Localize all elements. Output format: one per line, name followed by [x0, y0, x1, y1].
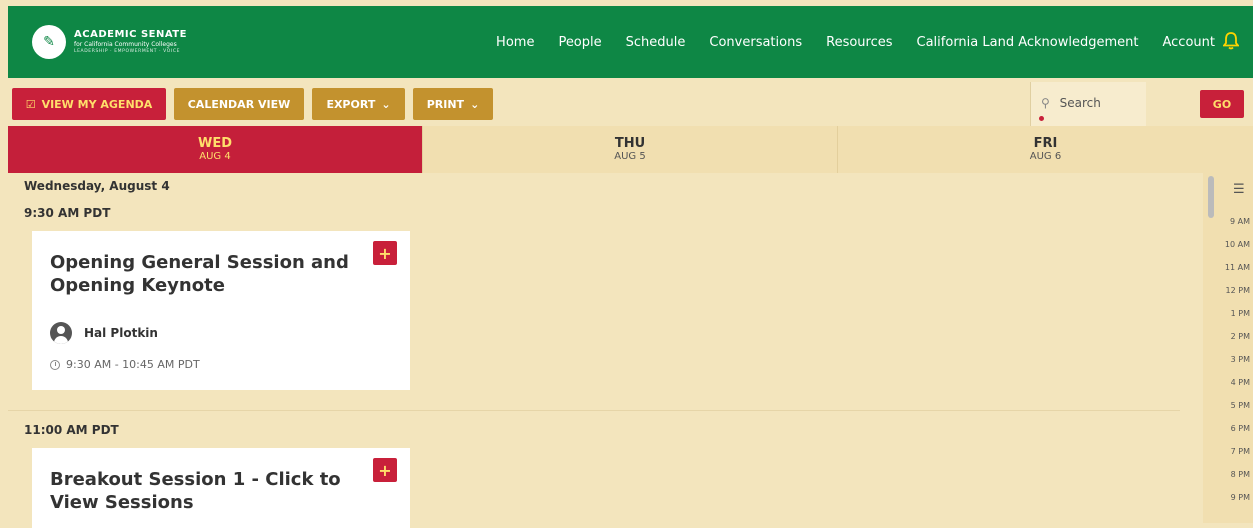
- calendar-view-button[interactable]: CALENDAR VIEW: [174, 88, 304, 120]
- main-nav: Home People Schedule Conversations Resou…: [472, 6, 1240, 78]
- speaker-name: Hal Plotkin: [84, 326, 158, 340]
- rail-time[interactable]: 9 PM: [1231, 493, 1250, 502]
- tab-wed[interactable]: WED AUG 4: [8, 126, 423, 173]
- export-button[interactable]: EXPORT ⌄: [312, 88, 405, 120]
- add-to-agenda-button[interactable]: +: [373, 458, 397, 482]
- chevron-down-icon: ⌄: [381, 97, 391, 111]
- search-input[interactable]: ⚲ Search: [1030, 82, 1146, 126]
- rail-time[interactable]: 12 PM: [1226, 286, 1250, 295]
- nav-schedule[interactable]: Schedule: [626, 35, 686, 50]
- scrollbar-thumb[interactable]: [1208, 176, 1214, 218]
- calendar-check-icon: ☑: [25, 97, 36, 111]
- time-slot-heading: 11:00 AM PDT: [24, 423, 119, 437]
- rail-time[interactable]: 10 AM: [1225, 240, 1250, 249]
- rail-time[interactable]: 11 AM: [1225, 263, 1250, 272]
- search-icon: ⚲: [1041, 96, 1050, 110]
- rail-time[interactable]: 9 AM: [1230, 217, 1250, 226]
- logo-subtitle: for California Community Colleges: [74, 40, 177, 48]
- time-rail: ☰ 9 AM 10 AM 11 AM 12 PM 1 PM 2 PM 3 PM …: [1203, 173, 1253, 523]
- view-my-agenda-button[interactable]: ☑ VIEW MY AGENDA: [12, 88, 166, 120]
- logo-tagline: LEADERSHIP · EMPOWERMENT · VOICE: [74, 48, 181, 54]
- schedule-toolbar: ☑ VIEW MY AGENDA CALENDAR VIEW EXPORT ⌄ …: [0, 82, 1253, 126]
- time-slot-heading: 9:30 AM PDT: [24, 206, 111, 220]
- nav-land-acknowledgement[interactable]: California Land Acknowledgement: [917, 35, 1139, 50]
- go-button[interactable]: GO: [1200, 90, 1244, 118]
- bell-icon[interactable]: [1222, 31, 1240, 53]
- speaker[interactable]: Hal Plotkin: [50, 322, 158, 344]
- session-title[interactable]: Opening General Session and Opening Keyn…: [50, 251, 360, 297]
- rail-time[interactable]: 8 PM: [1231, 470, 1250, 479]
- nav-account[interactable]: Account: [1163, 35, 1216, 50]
- rail-time[interactable]: 4 PM: [1231, 378, 1250, 387]
- session-title[interactable]: Breakout Session 1 - Click to View Sessi…: [50, 468, 360, 514]
- nav-resources[interactable]: Resources: [826, 35, 892, 50]
- academic-senate-logo-icon: ✎: [32, 25, 66, 59]
- rail-time[interactable]: 7 PM: [1231, 447, 1250, 456]
- search-placeholder: Search: [1059, 96, 1101, 110]
- logo[interactable]: ✎ ACADEMIC SENATE for California Communi…: [32, 25, 187, 59]
- print-button[interactable]: PRINT ⌄: [413, 88, 493, 120]
- clock-icon: [50, 359, 60, 370]
- rail-time[interactable]: 1 PM: [1231, 309, 1250, 318]
- session-card[interactable]: Opening General Session and Opening Keyn…: [32, 231, 410, 390]
- rail-time[interactable]: 5 PM: [1231, 401, 1250, 410]
- rail-time[interactable]: 6 PM: [1231, 424, 1250, 433]
- session-card[interactable]: Breakout Session 1 - Click to View Sessi…: [32, 448, 410, 528]
- schedule-list: Wednesday, August 4 9:30 AM PDT Opening …: [8, 173, 1203, 528]
- day-tabs: WED AUG 4 THU AUG 5 FRI AUG 6: [8, 126, 1253, 173]
- rail-time[interactable]: 2 PM: [1231, 332, 1250, 341]
- session-time: 9:30 AM - 10:45 AM PDT: [50, 358, 200, 371]
- chevron-down-icon: ⌄: [470, 97, 480, 111]
- tab-fri[interactable]: FRI AUG 6: [838, 126, 1253, 173]
- date-heading: Wednesday, August 4: [24, 179, 170, 193]
- status-dot: [1039, 116, 1044, 121]
- logo-title: ACADEMIC SENATE: [74, 28, 187, 40]
- divider: [8, 410, 1180, 411]
- site-header: ✎ ACADEMIC SENATE for California Communi…: [8, 6, 1253, 78]
- nav-conversations[interactable]: Conversations: [709, 35, 802, 50]
- tab-thu[interactable]: THU AUG 5: [423, 126, 838, 173]
- rail-time[interactable]: 3 PM: [1231, 355, 1250, 364]
- avatar: [50, 322, 72, 344]
- list-icon[interactable]: ☰: [1233, 182, 1245, 197]
- add-to-agenda-button[interactable]: +: [373, 241, 397, 265]
- nav-home[interactable]: Home: [496, 35, 534, 50]
- nav-people[interactable]: People: [558, 35, 601, 50]
